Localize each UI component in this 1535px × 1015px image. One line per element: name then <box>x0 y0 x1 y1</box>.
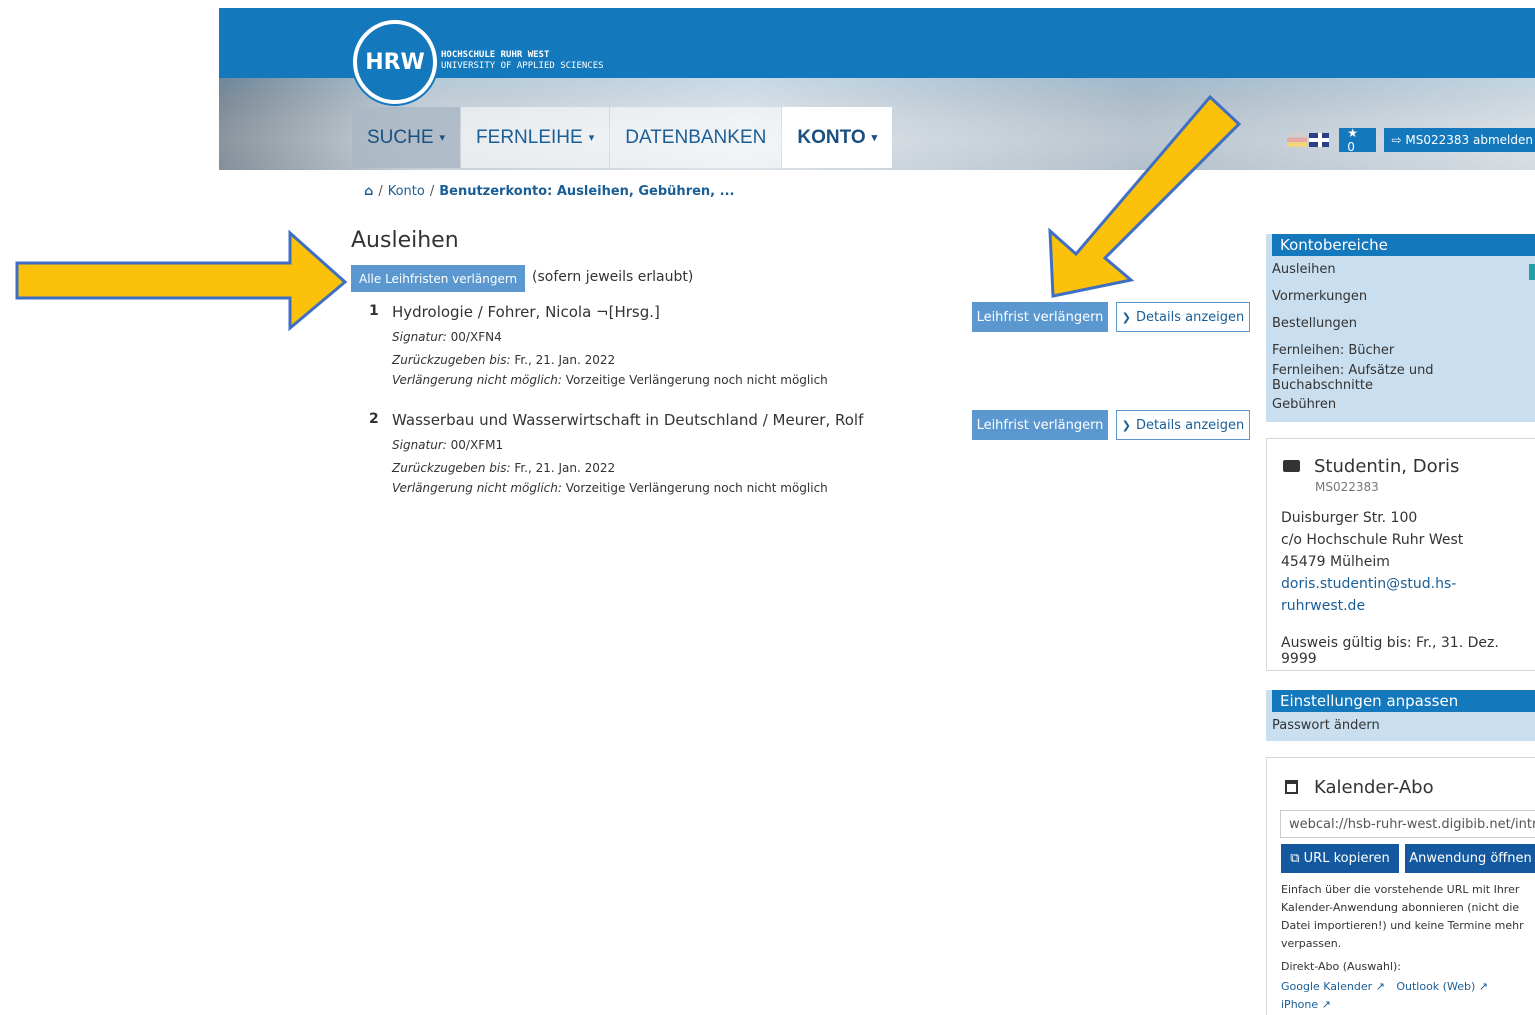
caret-down-icon: ▾ <box>439 132 446 144</box>
arrow-left-annotation <box>15 229 348 332</box>
caret-down-icon: ▾ <box>871 132 878 144</box>
nav-konto-label: KONTO <box>797 126 866 148</box>
nav-konto[interactable]: KONTO ▾ <box>782 107 893 168</box>
german-flag-icon[interactable] <box>1287 133 1308 147</box>
nav-datenbanken[interactable]: DATENBANKEN <box>610 107 782 168</box>
caret-down-icon: ▾ <box>588 132 595 144</box>
university-name: HOCHSCHULE RUHR WEST UNIVERSITY OF APPLI… <box>441 50 604 72</box>
university-name-line1: HOCHSCHULE RUHR WEST <box>441 50 550 60</box>
university-name-line2: UNIVERSITY OF APPLIED SCIENCES <box>441 61 604 71</box>
logout-button[interactable]: ⇨ MS022383 abmelden <box>1383 128 1535 152</box>
english-flag-icon[interactable] <box>1309 133 1330 147</box>
nav-datenbanken-label: DATENBANKEN <box>625 126 767 148</box>
main-nav: SUCHE ▾ FERNLEIHE ▾ DATENBANKEN KONTO ▾ <box>352 107 893 168</box>
nav-suche[interactable]: SUCHE ▾ <box>352 107 461 168</box>
header-tools: ★ 0 ⇨ MS022383 abmelden <box>1287 126 1535 154</box>
nav-suche-label: SUCHE <box>367 126 434 148</box>
hrw-logo[interactable]: HRW <box>353 20 437 104</box>
favorites-button[interactable]: ★ 0 <box>1339 126 1376 154</box>
arrow-diagonal-annotation <box>1048 94 1242 298</box>
nav-fernleihe-label: FERNLEIHE <box>476 126 583 148</box>
nav-fernleihe[interactable]: FERNLEIHE ▾ <box>461 107 610 168</box>
